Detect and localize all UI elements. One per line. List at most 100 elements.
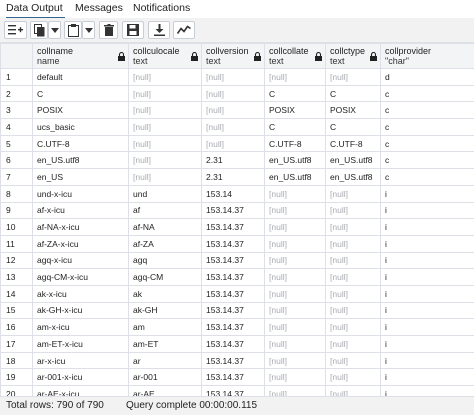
table-cell[interactable]: i: [381, 336, 474, 353]
table-cell[interactable]: 153.14.37: [202, 302, 265, 319]
table-cell[interactable]: [null]: [129, 102, 202, 119]
table-cell[interactable]: 153.14.37: [202, 202, 265, 219]
table-cell[interactable]: en_US.utf8: [265, 169, 326, 186]
download-button[interactable]: [148, 21, 170, 39]
table-cell[interactable]: C: [265, 85, 326, 102]
table-cell[interactable]: ak: [129, 285, 202, 302]
table-cell[interactable]: [null]: [202, 102, 265, 119]
table-cell[interactable]: [null]: [326, 302, 381, 319]
table-row[interactable]: 11af-ZA-x-icuaf-ZA153.14.37[null][null]i: [1, 235, 474, 252]
table-cell[interactable]: [null]: [326, 336, 381, 353]
table-cell[interactable]: [null]: [129, 85, 202, 102]
column-header-collcollate[interactable]: collcollate text: [265, 44, 326, 69]
table-cell[interactable]: C.UTF-8: [326, 135, 381, 152]
paste-button[interactable]: [64, 21, 82, 39]
column-header-collversion[interactable]: collversion text: [202, 44, 265, 69]
row-number[interactable]: 3: [1, 102, 33, 119]
table-cell[interactable]: C: [326, 119, 381, 136]
table-cell[interactable]: [null]: [265, 336, 326, 353]
row-number[interactable]: 11: [1, 235, 33, 252]
table-cell[interactable]: ar-AE-x-icu: [33, 386, 129, 396]
table-cell[interactable]: i: [381, 219, 474, 236]
table-cell[interactable]: [null]: [265, 302, 326, 319]
table-cell[interactable]: [null]: [265, 235, 326, 252]
table-cell[interactable]: default: [33, 69, 129, 86]
table-cell[interactable]: i: [381, 369, 474, 386]
row-number[interactable]: 8: [1, 185, 33, 202]
table-cell[interactable]: ak-GH: [129, 302, 202, 319]
table-cell[interactable]: 153.14: [202, 185, 265, 202]
table-cell[interactable]: c: [381, 169, 474, 186]
table-cell[interactable]: af: [129, 202, 202, 219]
table-cell[interactable]: ar: [129, 352, 202, 369]
table-row[interactable]: 2C[null][null]CCc: [1, 85, 474, 102]
row-number[interactable]: 15: [1, 302, 33, 319]
table-row[interactable]: 19ar-001-x-icuar-001153.14.37[null][null…: [1, 369, 474, 386]
table-cell[interactable]: [null]: [129, 69, 202, 86]
table-row[interactable]: 17am-ET-x-icuam-ET153.14.37[null][null]i: [1, 336, 474, 353]
row-number[interactable]: 6: [1, 152, 33, 169]
delete-button[interactable]: [99, 21, 118, 39]
table-cell[interactable]: am-ET-x-icu: [33, 336, 129, 353]
table-row[interactable]: 12agq-x-icuagq153.14.37[null][null]i: [1, 252, 474, 269]
tab-notifications[interactable]: Notifications: [133, 0, 193, 17]
row-number[interactable]: 19: [1, 369, 33, 386]
table-cell[interactable]: en_US.utf8: [265, 152, 326, 169]
tab-messages[interactable]: Messages: [75, 0, 123, 17]
table-cell[interactable]: C: [33, 85, 129, 102]
table-cell[interactable]: en_US.utf8: [326, 169, 381, 186]
table-cell[interactable]: [null]: [202, 69, 265, 86]
table-row[interactable]: 13agq-CM-x-icuagq-CM153.14.37[null][null…: [1, 269, 474, 286]
table-cell[interactable]: en_US.utf8: [326, 152, 381, 169]
table-cell[interactable]: ar-AE: [129, 386, 202, 396]
table-cell[interactable]: ar-001-x-icu: [33, 369, 129, 386]
table-cell[interactable]: i: [381, 202, 474, 219]
add-row-button[interactable]: [4, 21, 27, 39]
paste-dropdown-button[interactable]: [82, 21, 95, 39]
row-number[interactable]: 1: [1, 69, 33, 86]
row-number[interactable]: 17: [1, 336, 33, 353]
row-number[interactable]: 12: [1, 252, 33, 269]
table-row[interactable]: 14ak-x-icuak153.14.37[null][null]i: [1, 285, 474, 302]
table-row[interactable]: 1default[null][null][null][null]d: [1, 69, 474, 86]
table-cell[interactable]: [null]: [265, 185, 326, 202]
table-cell[interactable]: [null]: [326, 369, 381, 386]
table-cell[interactable]: [null]: [202, 85, 265, 102]
row-number[interactable]: 4: [1, 119, 33, 136]
column-header-collname[interactable]: collname name: [33, 44, 129, 69]
table-cell[interactable]: ar-001: [129, 369, 202, 386]
table-cell[interactable]: C.UTF-8: [33, 135, 129, 152]
table-cell[interactable]: i: [381, 302, 474, 319]
table-row[interactable]: 4ucs_basic[null][null]CCc: [1, 119, 474, 136]
table-cell[interactable]: und-x-icu: [33, 185, 129, 202]
row-number[interactable]: 9: [1, 202, 33, 219]
row-number[interactable]: 18: [1, 352, 33, 369]
table-cell[interactable]: ak-x-icu: [33, 285, 129, 302]
table-cell[interactable]: 2.31: [202, 169, 265, 186]
table-cell[interactable]: [null]: [265, 319, 326, 336]
table-cell[interactable]: [null]: [326, 386, 381, 396]
table-cell[interactable]: [null]: [326, 202, 381, 219]
column-header-collprovider[interactable]: collprovider "char": [381, 44, 474, 69]
table-cell[interactable]: 153.14.37: [202, 219, 265, 236]
table-cell[interactable]: C: [326, 85, 381, 102]
table-cell[interactable]: [null]: [129, 135, 202, 152]
table-cell[interactable]: [null]: [326, 285, 381, 302]
table-cell[interactable]: c: [381, 135, 474, 152]
table-row[interactable]: 10af-NA-x-icuaf-NA153.14.37[null][null]i: [1, 219, 474, 236]
table-cell[interactable]: [null]: [326, 219, 381, 236]
table-cell[interactable]: [null]: [202, 135, 265, 152]
table-cell[interactable]: agq: [129, 252, 202, 269]
table-cell[interactable]: [null]: [326, 269, 381, 286]
table-cell[interactable]: [null]: [265, 269, 326, 286]
table-row[interactable]: 16am-x-icuam153.14.37[null][null]i: [1, 319, 474, 336]
table-cell[interactable]: d: [381, 69, 474, 86]
copy-button[interactable]: [30, 21, 48, 39]
table-cell[interactable]: [null]: [326, 319, 381, 336]
table-row[interactable]: 7en_US[null]2.31en_US.utf8en_US.utf8c: [1, 169, 474, 186]
table-cell[interactable]: C.UTF-8: [265, 135, 326, 152]
table-cell[interactable]: agq-CM-x-icu: [33, 269, 129, 286]
tab-data-output[interactable]: Data Output: [6, 0, 65, 19]
table-cell[interactable]: [null]: [265, 285, 326, 302]
table-cell[interactable]: am: [129, 319, 202, 336]
